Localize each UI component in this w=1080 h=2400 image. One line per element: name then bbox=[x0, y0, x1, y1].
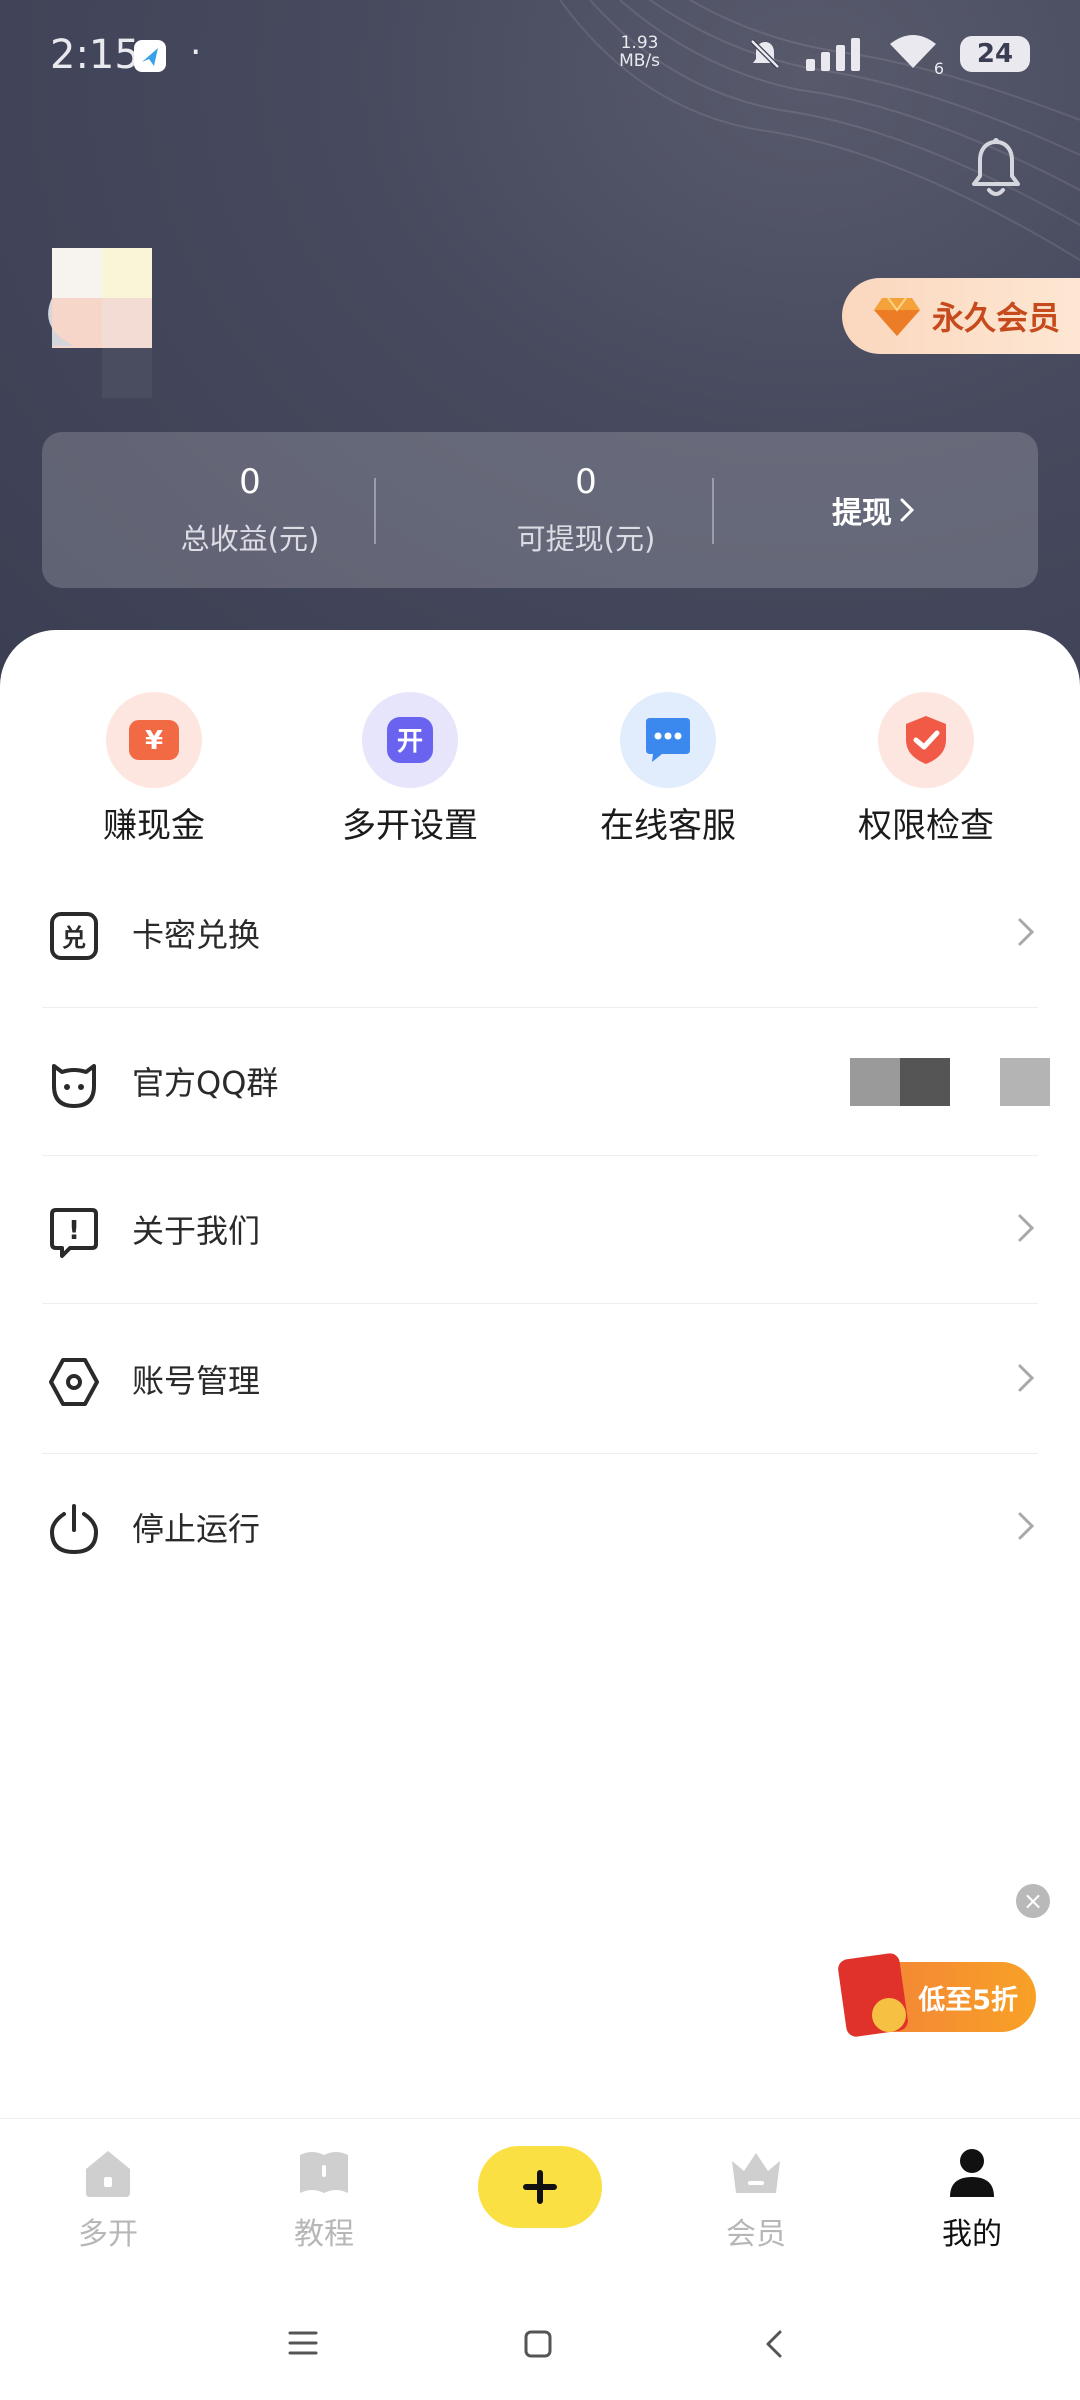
quick-action-multi-open-settings[interactable]: 开 多开设置 bbox=[280, 692, 540, 847]
quick-action-icon-wrap: ¥ bbox=[106, 692, 202, 788]
quick-action-icon-wrap bbox=[620, 692, 716, 788]
withdraw-button-label: 提现 bbox=[832, 496, 892, 531]
wifi-icon bbox=[890, 35, 936, 68]
book-icon bbox=[300, 2152, 348, 2193]
power-icon bbox=[49, 1504, 99, 1555]
quick-action-earn[interactable]: ¥ 赚现金 bbox=[24, 692, 284, 847]
quick-action-label: 权限检查 bbox=[858, 806, 994, 846]
background-pattern bbox=[559, 0, 1080, 261]
profile-icon bbox=[950, 2149, 994, 2197]
crown-icon bbox=[732, 2153, 780, 2193]
redeem-icon: 兑 bbox=[50, 912, 98, 960]
bell-muted-icon bbox=[750, 39, 780, 69]
avatar[interactable] bbox=[44, 248, 152, 398]
yen-glyph: ¥ bbox=[145, 726, 163, 756]
add-button[interactable] bbox=[478, 2146, 602, 2228]
tab-label: 多开 bbox=[78, 2217, 138, 2252]
promo-label: 低至5折 bbox=[918, 1984, 1018, 2016]
quick-action-label: 多开设置 bbox=[342, 806, 478, 846]
menu-item-label: 卡密兑换 bbox=[132, 916, 261, 954]
multi-open-glyph: 开 bbox=[397, 727, 423, 757]
shield-check-icon bbox=[906, 716, 946, 764]
redacted-block bbox=[850, 1058, 900, 1106]
net-speed-unit: MB/s bbox=[619, 51, 660, 71]
info-glyph: ! bbox=[68, 1216, 80, 1246]
menu-item-stop-running[interactable]: 停止运行 bbox=[42, 1454, 1038, 1602]
chevron-right-icon bbox=[1018, 918, 1035, 946]
promo-close-button[interactable]: × bbox=[1016, 1884, 1050, 1918]
menu-icon[interactable] bbox=[286, 2328, 320, 2358]
signal-icon bbox=[806, 38, 860, 71]
total-earnings: 0 总收益(元) bbox=[100, 462, 400, 558]
profile-header: 2:15 · 1.93 MB/s 6 24 永久会员 0 总收益(元) 0 可提… bbox=[0, 0, 1080, 720]
status-icons: 6 24 bbox=[748, 34, 1030, 78]
plus-icon bbox=[523, 2170, 557, 2204]
wifi-label: 6 bbox=[933, 59, 944, 78]
menu-item-redeem-card[interactable]: 兑 卡密兑换 bbox=[42, 860, 1038, 1008]
multi-open-icon: 开 bbox=[387, 717, 433, 763]
tab-mine[interactable]: 我的 bbox=[902, 2147, 1042, 2253]
tab-label: 我的 bbox=[942, 2217, 1002, 2252]
menu-item-label: 停止运行 bbox=[132, 1510, 261, 1548]
row-divider bbox=[42, 1303, 1038, 1304]
earnings-card: 0 总收益(元) 0 可提现(元) 提现 bbox=[42, 432, 1038, 588]
tab-tutorial[interactable]: 教程 bbox=[254, 2147, 394, 2253]
redacted-block bbox=[1000, 1058, 1050, 1106]
divider bbox=[374, 478, 376, 544]
system-navigation-bar bbox=[0, 2288, 1080, 2400]
total-earnings-value: 0 bbox=[239, 462, 261, 502]
info-bubble-icon: ! bbox=[50, 1208, 98, 1258]
coin-icon bbox=[872, 1998, 906, 2032]
app-notification-icon bbox=[134, 40, 166, 72]
qq-icon bbox=[52, 1064, 96, 1108]
vip-badge-label: 永久会员 bbox=[932, 299, 1061, 337]
chevron-right-icon bbox=[1018, 1512, 1035, 1540]
quick-action-permission-check[interactable]: 权限检查 bbox=[796, 692, 1056, 847]
redacted-block bbox=[900, 1058, 950, 1106]
menu-item-label: 关于我们 bbox=[132, 1212, 261, 1250]
redeem-glyph: 兑 bbox=[62, 924, 86, 952]
quick-action-icon-wrap: 开 bbox=[362, 692, 458, 788]
withdrawable-label: 可提现(元) bbox=[516, 522, 656, 556]
tab-membership[interactable]: 会员 bbox=[686, 2147, 826, 2253]
chevron-right-icon bbox=[900, 498, 915, 522]
diamond-icon bbox=[874, 297, 920, 336]
tab-label: 会员 bbox=[726, 2217, 786, 2252]
menu-item-label: 账号管理 bbox=[132, 1362, 261, 1400]
quick-action-online-support[interactable]: 在线客服 bbox=[538, 692, 798, 847]
home-square-icon[interactable] bbox=[522, 2328, 554, 2360]
menu-item-about-us[interactable]: ! 关于我们 bbox=[42, 1156, 1038, 1304]
notification-bell-icon[interactable] bbox=[968, 136, 1024, 200]
battery-indicator: 24 bbox=[960, 36, 1030, 72]
promo-discount-badge[interactable]: 低至5折 bbox=[836, 1952, 1036, 2038]
tab-label: 教程 bbox=[294, 2217, 354, 2252]
menu-item-account-management[interactable]: 账号管理 bbox=[42, 1306, 1038, 1454]
withdrawable-earnings: 0 可提现(元) bbox=[436, 462, 736, 558]
chat-icon bbox=[646, 718, 690, 762]
home-icon bbox=[86, 2151, 130, 2197]
divider bbox=[712, 478, 714, 544]
withdraw-button[interactable]: 提现 bbox=[832, 488, 916, 532]
quick-action-label: 赚现金 bbox=[103, 806, 205, 846]
vip-badge[interactable]: 永久会员 bbox=[842, 278, 1080, 354]
status-dot: · bbox=[190, 32, 202, 73]
withdrawable-value: 0 bbox=[575, 462, 597, 502]
back-icon[interactable] bbox=[760, 2326, 788, 2362]
settings-hex-icon bbox=[49, 1358, 99, 1406]
status-time: 2:15 bbox=[50, 32, 140, 78]
tab-multi-open[interactable]: 多开 bbox=[38, 2147, 178, 2253]
yen-icon: ¥ bbox=[129, 720, 179, 760]
net-speed-value: 1.93 bbox=[620, 33, 659, 53]
status-bar: 2:15 · 1.93 MB/s 6 24 bbox=[50, 28, 1030, 84]
wifi-indicator: 6 bbox=[888, 34, 944, 78]
menu-item-official-qq-group[interactable]: 官方QQ群 bbox=[42, 1008, 1050, 1156]
quick-action-icon-wrap bbox=[878, 692, 974, 788]
menu-item-label: 官方QQ群 bbox=[132, 1064, 279, 1102]
net-speed: 1.93 MB/s bbox=[619, 34, 660, 70]
chevron-right-icon bbox=[1018, 1214, 1035, 1242]
chevron-right-icon bbox=[1018, 1364, 1035, 1392]
quick-action-label: 在线客服 bbox=[600, 806, 736, 846]
total-earnings-label: 总收益(元) bbox=[180, 522, 320, 556]
